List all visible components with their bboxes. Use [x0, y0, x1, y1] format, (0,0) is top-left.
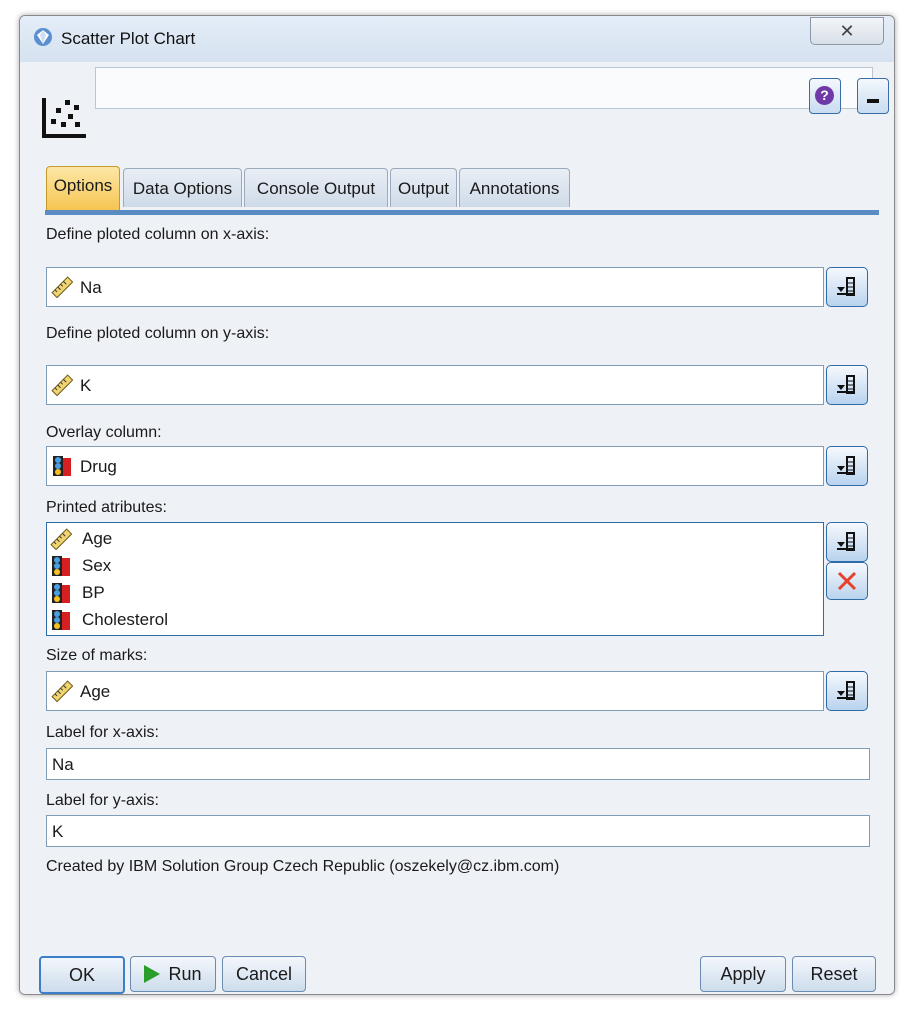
- field-picker-icon: [837, 375, 855, 394]
- cancel-button[interactable]: Cancel: [222, 956, 306, 992]
- y-axis-column-label: Define ploted column on y-axis:: [46, 325, 270, 342]
- close-button[interactable]: ✕: [810, 17, 884, 45]
- nominal-set-icon: [52, 610, 70, 630]
- minimize-icon: [867, 99, 879, 103]
- field-picker-icon: [837, 532, 855, 551]
- field-picker-icon: [837, 681, 855, 700]
- tab-options[interactable]: Options: [46, 166, 120, 211]
- size-of-marks-field[interactable]: Age: [46, 671, 824, 711]
- tab-strip: Options Data Options Console Output Outp…: [46, 166, 880, 214]
- x-axis-pick-field-button[interactable]: [826, 267, 868, 307]
- title-bar: Scatter Plot Chart ✕: [20, 16, 894, 62]
- continuous-ruler-icon: [51, 680, 73, 702]
- y-axis-column-field[interactable]: K: [46, 365, 824, 405]
- dialog-body: ? Options Data Options Console Output Ou…: [20, 62, 894, 994]
- apply-button[interactable]: Apply: [700, 956, 786, 992]
- tab-console-output[interactable]: Console Output: [244, 168, 388, 207]
- run-play-icon: [144, 965, 161, 983]
- minimize-button[interactable]: [857, 78, 889, 114]
- nominal-set-icon: [52, 556, 70, 576]
- y-axis-column-value: K: [80, 376, 92, 395]
- credits-text: Created by IBM Solution Group Czech Repu…: [46, 858, 560, 875]
- continuous-ruler-icon: [50, 528, 72, 550]
- field-picker-icon: [837, 456, 855, 475]
- nominal-set-icon: [53, 456, 71, 476]
- x-axis-label-caption: Label for x-axis:: [46, 724, 159, 741]
- y-axis-label-caption: Label for y-axis:: [46, 792, 159, 809]
- node-name-field[interactable]: ?: [95, 67, 889, 114]
- ok-button[interactable]: OK: [39, 956, 125, 994]
- x-axis-label-input[interactable]: Na: [46, 748, 870, 780]
- tab-output[interactable]: Output: [390, 168, 457, 207]
- overlay-column-value: Drug: [80, 457, 117, 476]
- size-of-marks-value: Age: [80, 682, 111, 701]
- scatter-plot-node-icon: [42, 98, 86, 138]
- remove-attribute-button[interactable]: [826, 562, 868, 600]
- run-button-label: Run: [168, 964, 202, 984]
- size-of-marks-pick-button[interactable]: [826, 671, 868, 711]
- reset-button[interactable]: Reset: [792, 956, 876, 992]
- continuous-ruler-icon: [51, 374, 73, 396]
- printed-attributes-label: Printed atributes:: [46, 499, 167, 516]
- tab-divider: [45, 210, 879, 215]
- overlay-pick-field-button[interactable]: [826, 446, 868, 486]
- continuous-ruler-icon: [51, 276, 73, 298]
- tab-annotations[interactable]: Annotations: [459, 168, 570, 207]
- tab-data-options[interactable]: Data Options: [123, 168, 242, 207]
- list-item-label: Cholesterol: [82, 610, 168, 629]
- list-item-label: BP: [82, 583, 105, 602]
- delete-x-icon: [837, 571, 857, 591]
- x-axis-column-label: Define ploted column on x-axis:: [46, 226, 270, 243]
- help-button[interactable]: ?: [809, 78, 841, 114]
- x-axis-column-value: Na: [80, 278, 102, 297]
- nominal-set-icon: [52, 583, 70, 603]
- diamond-app-icon: [34, 28, 52, 46]
- run-button[interactable]: Run: [130, 956, 216, 992]
- dialog-window: Scatter Plot Chart ✕ ? Options Data Opti…: [19, 15, 895, 995]
- printed-attributes-pick-button[interactable]: [826, 522, 868, 562]
- x-axis-label-value: Na: [52, 755, 74, 774]
- list-item-label: Age: [82, 529, 113, 548]
- help-icon: ?: [815, 86, 834, 105]
- y-axis-label-value: K: [52, 822, 64, 841]
- x-axis-column-field[interactable]: Na: [46, 267, 824, 307]
- printed-attributes-list[interactable]: Age Sex BP Cholesterol: [46, 522, 824, 636]
- overlay-column-field[interactable]: Drug: [46, 446, 824, 486]
- window-title: Scatter Plot Chart: [61, 29, 196, 48]
- field-picker-icon: [837, 277, 855, 296]
- list-item-label: Sex: [82, 556, 112, 575]
- y-axis-label-input[interactable]: K: [46, 815, 870, 847]
- size-of-marks-label: Size of marks:: [46, 647, 148, 664]
- close-icon: ✕: [839, 21, 855, 41]
- overlay-column-label: Overlay column:: [46, 424, 162, 441]
- y-axis-pick-field-button[interactable]: [826, 365, 868, 405]
